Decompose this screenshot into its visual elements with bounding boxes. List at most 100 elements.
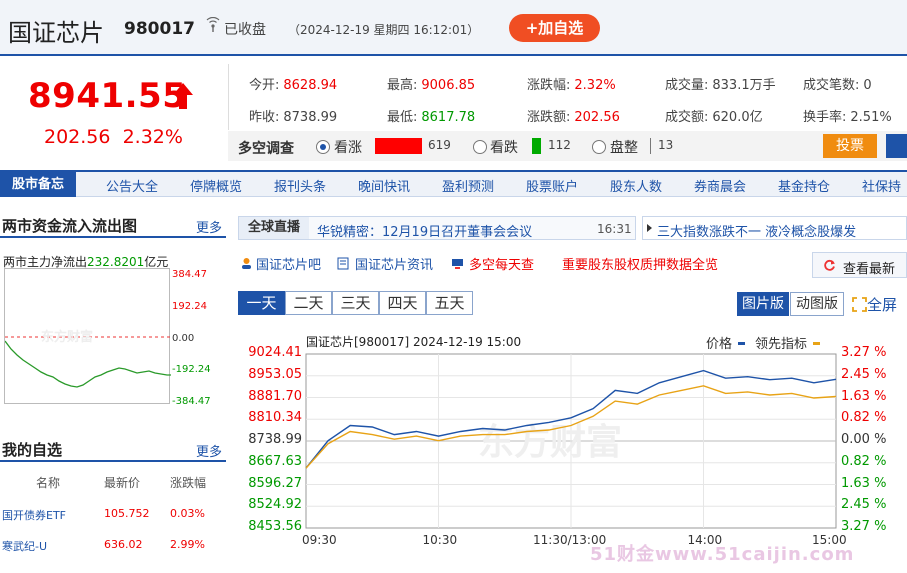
quote-field: 最高: 9006.85 (387, 74, 475, 93)
quote-field-label: 最高: (387, 78, 418, 93)
nav-item[interactable]: 基金持仓 (778, 176, 830, 195)
stock-header: 国证芯片 980017 已收盘 （2024-12-19 星期四 16:12:01… (0, 0, 907, 56)
play-icon (647, 224, 652, 232)
quote-field-label: 成交量: (665, 78, 709, 93)
quote-datetime: （2024-12-19 星期四 16:12:01） (288, 23, 480, 37)
bear-radio[interactable] (473, 140, 487, 154)
percent-axis-tick: 0.82 % (841, 410, 887, 426)
watchlist-change: 0.03% (170, 507, 205, 520)
price-axis-tick: 8453.56 (248, 519, 302, 534)
nav-item[interactable]: 券商晨会 (694, 176, 746, 195)
day-tab[interactable]: 五天 (426, 291, 473, 315)
add-watchlist-button[interactable]: +加自选 (509, 14, 600, 42)
watchlist-stock-name[interactable]: 寒武纪-U (2, 538, 47, 554)
quote-field: 今开: 8628.94 (249, 74, 337, 93)
flat-label: 盘整 (610, 140, 638, 156)
quote-field-value: 202.56 (574, 110, 620, 125)
flow-value: 232.8201 (87, 255, 145, 269)
nav-item[interactable]: 股市备忘 (0, 172, 76, 197)
animated-chart-tab[interactable]: 动图版 (790, 292, 844, 316)
day-tab[interactable]: 二天 (285, 291, 332, 315)
percent-axis-tick: 3.27 % (841, 519, 887, 534)
nav-item[interactable]: 报刊头条 (274, 176, 326, 195)
watchlist-row[interactable]: 国开债券ETF 105.752 0.03% (0, 507, 226, 525)
news-link[interactable]: 国证芯片资讯 (355, 254, 433, 273)
price-change: 202.56 2.32% (44, 126, 183, 148)
poll-title: 多空调查 (238, 141, 294, 157)
nav-item[interactable]: 社保持 (862, 176, 901, 195)
live-news-link[interactable]: 华锐精密：12月19日召开董事会会议 (317, 221, 532, 240)
watchlist-header: 我的自选 更多 (0, 436, 226, 462)
nav-item[interactable]: 股票账户 (526, 176, 578, 195)
quote-field-value: 9006.85 (421, 78, 476, 93)
nav-item[interactable]: 停牌概览 (190, 176, 242, 195)
flow-chart-svg: 东方财富 (4, 329, 171, 388)
change-value: 202.56 (44, 126, 111, 148)
bull-bar (375, 138, 422, 154)
quote-field: 涨跌幅: 2.32% (527, 74, 616, 93)
watchlist-stock-name[interactable]: 国开债券ETF (2, 507, 66, 523)
quote-field-value: 2.32% (574, 78, 616, 93)
day-tab[interactable]: 四天 (379, 291, 426, 315)
price-axis-tick: 8596.27 (248, 475, 302, 491)
news-doc-icon (337, 257, 349, 270)
flow-more-link[interactable]: 更多 (196, 217, 222, 236)
nav-item[interactable]: 股东人数 (610, 176, 662, 195)
watchlist-more-link[interactable]: 更多 (196, 441, 222, 460)
watchlist-change: 2.99% (170, 538, 205, 551)
percent-axis-tick: 2.45 % (841, 497, 887, 513)
monitor-icon (452, 259, 463, 269)
quote-field-label: 最低: (387, 110, 418, 125)
price-axis-tick: 8738.99 (248, 432, 302, 447)
headline-link[interactable]: 三大指数涨跌不一 液冷概念股爆发 (657, 221, 856, 240)
watchlist-title: 我的自选 (2, 441, 63, 459)
refresh-button[interactable]: 查看最新 (812, 252, 907, 278)
price-axis-tick: 8953.05 (248, 366, 302, 382)
percent-axis-tick: 2.45 % (841, 366, 887, 382)
quote-field-label: 涨跌额: (527, 110, 571, 125)
fullscreen-label: 全屏 (867, 296, 898, 314)
quote-fields: 今开: 8628.94 最高: 9006.85 涨跌幅: 2.32% 成交量: 833.1万手… (228, 64, 907, 130)
vote-button[interactable]: 投票 (823, 134, 877, 158)
vote-extra-button[interactable] (886, 134, 907, 158)
pledge-data-link[interactable]: 重要股东股权质押数据全览 (562, 254, 718, 273)
nav-item[interactable]: 盈利预测 (442, 176, 494, 195)
flow-title: 两市资金流入流出图 (2, 217, 138, 235)
fullscreen-icon (852, 297, 867, 312)
flat-bar (650, 138, 651, 154)
live-title: 全球直播 (239, 217, 309, 239)
flow-unit: 亿元 (144, 255, 169, 269)
quote-field-value: 0 (863, 78, 872, 93)
fullscreen-button[interactable]: 全屏 (852, 294, 897, 315)
static-chart-tab[interactable]: 图片版 (737, 292, 789, 316)
quote-field-value: 620.0亿 (712, 110, 763, 125)
nav-item[interactable]: 公告大全 (106, 176, 158, 195)
quote-field-label: 昨收: (249, 110, 280, 125)
watchlist-header-cell: 最新价 (104, 476, 141, 490)
stock-code: 980017 (124, 19, 195, 39)
flat-radio[interactable] (592, 140, 606, 154)
nav-item[interactable]: 晚间快讯 (358, 176, 410, 195)
watchlist-price: 636.02 (104, 538, 143, 551)
quote-field: 成交量: 833.1万手 (665, 74, 776, 93)
price-axis-tick: 8881.70 (248, 388, 302, 404)
quote-field: 成交笔数: 0 (803, 74, 872, 93)
quote-field: 涨跌额: 202.56 (527, 106, 620, 125)
bull-bear-daily-link[interactable]: 多空每天查 (469, 254, 534, 273)
forum-link[interactable]: 国证芯片吧 (256, 254, 321, 273)
bull-radio[interactable] (316, 140, 330, 154)
intraday-chart: 国证芯片[980017] 2024-12-19 15:00 价格 领先指标 东方财… (238, 328, 907, 558)
time-axis-tick: 09:30 (302, 533, 337, 547)
percent-axis-tick: 0.82 % (841, 453, 887, 469)
live-news-time: 16:31 (597, 222, 632, 236)
watchlist-row[interactable]: 寒武纪-U 636.02 2.99% (0, 538, 226, 556)
time-axis-tick: 10:30 (422, 533, 458, 547)
day-tab[interactable]: 三天 (332, 291, 379, 315)
day-tab[interactable]: 一天 (238, 291, 285, 315)
watermark: 51财金www.51caijin.com (590, 544, 855, 565)
quote-field-value: 8738.99 (283, 110, 338, 125)
chart-watermark: 东方财富 (478, 421, 622, 463)
bear-count: 112 (548, 138, 571, 152)
percent-axis-tick: 1.63 % (841, 388, 887, 404)
forum-icon (242, 258, 251, 269)
